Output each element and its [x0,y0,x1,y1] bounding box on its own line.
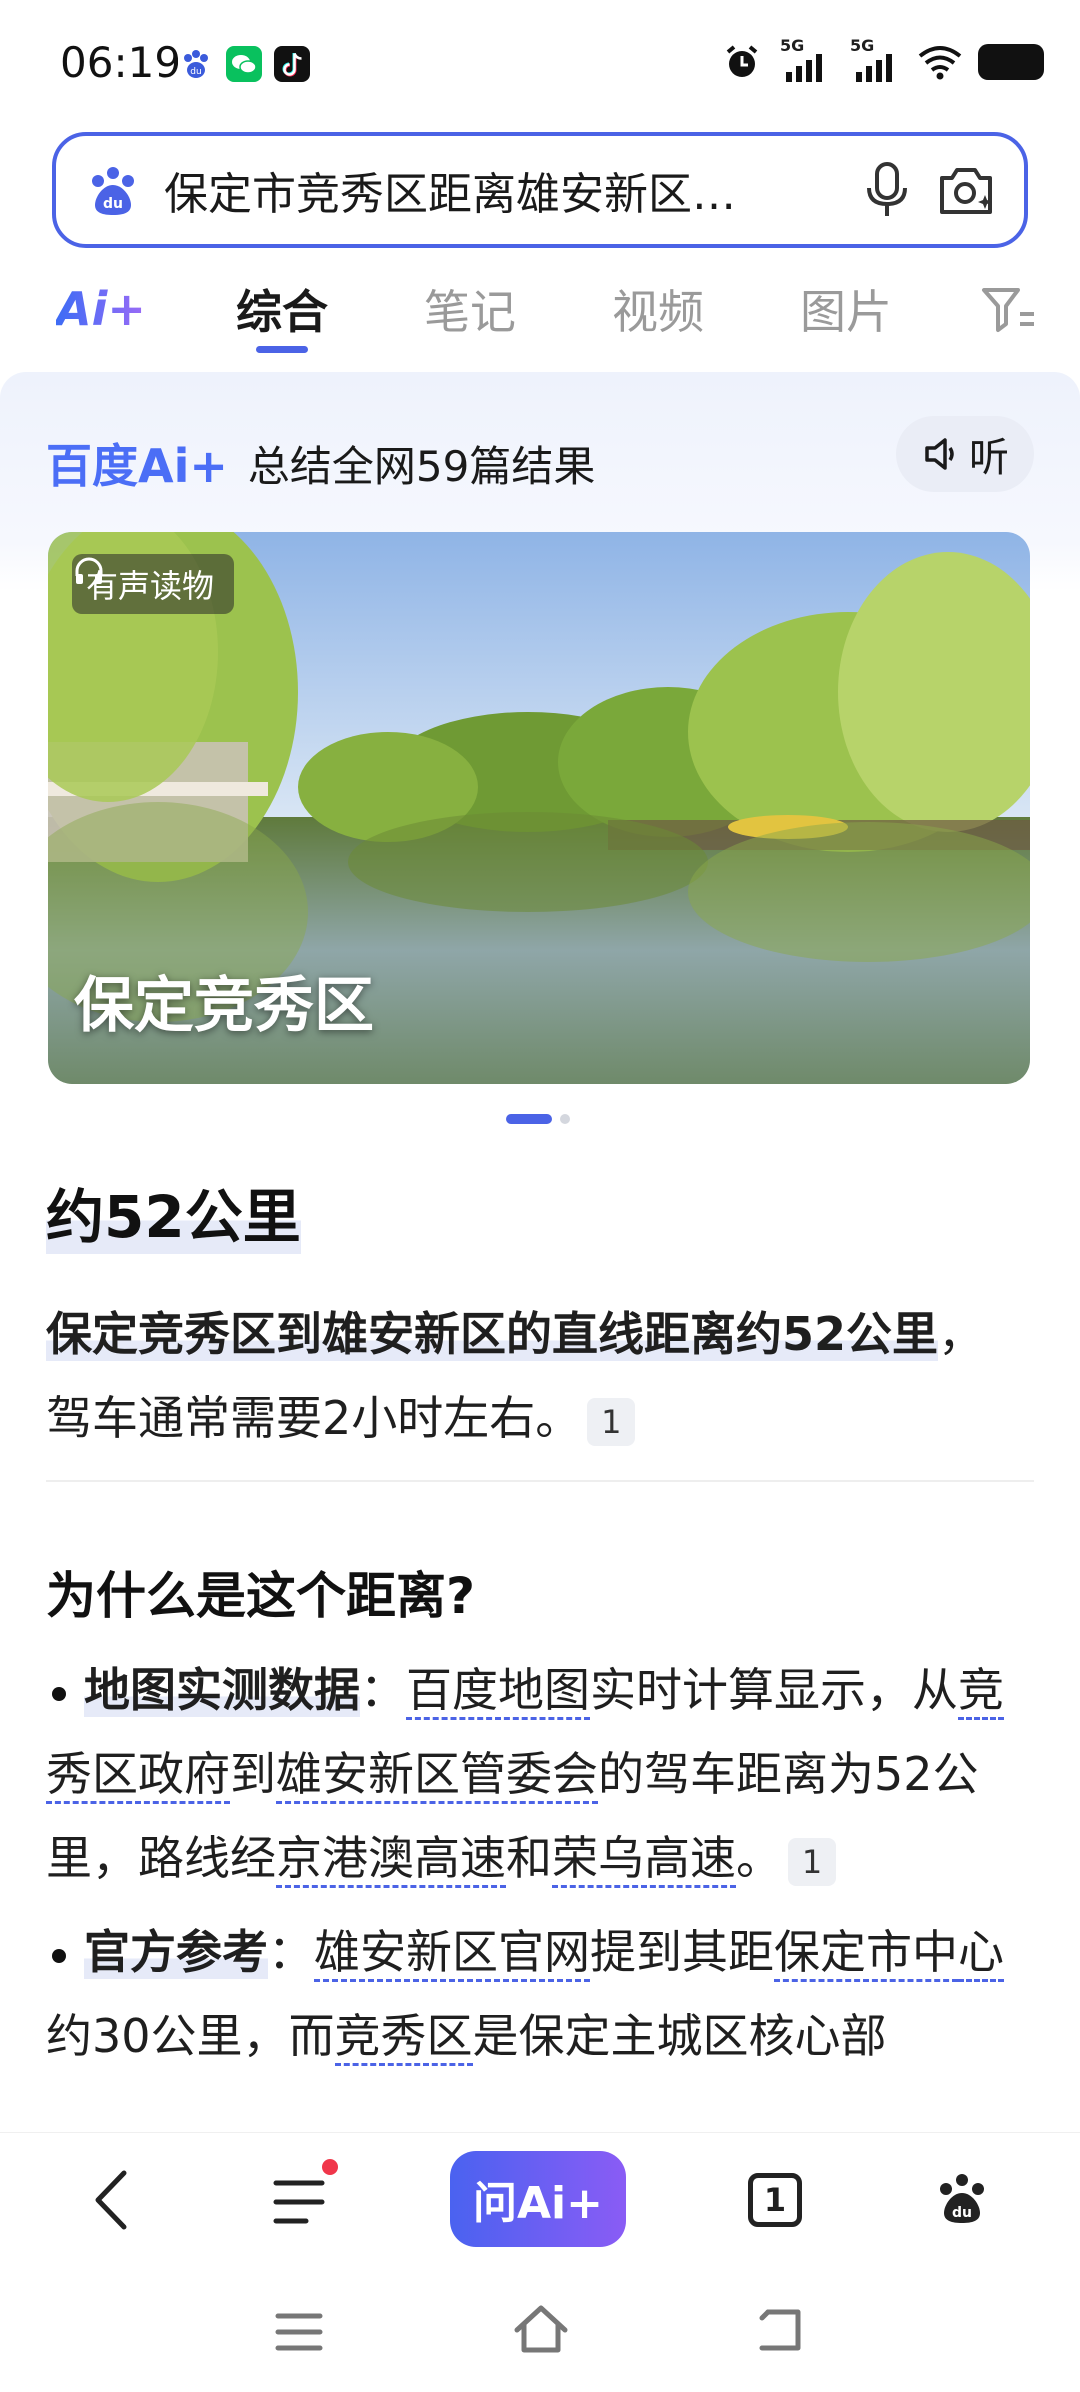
listen-button[interactable]: 听 [896,416,1034,492]
baidu-ai-brand: 百度Ai+ [46,439,228,493]
carousel-dot-active [506,1114,552,1124]
baidu-paw-icon: du [92,167,134,215]
menu-icon[interactable] [272,2177,328,2227]
status-right-group: 5G 5G [722,36,1044,84]
screen: 06:19 du 5G 5G du 保定市竞秀区距离雄安新区… Ai+ 综合 笔… [0,0,1080,2392]
back-nav-icon[interactable] [754,2306,806,2354]
link-baoding-center[interactable]: 保定市中 [774,1925,958,1982]
link-jinggangao-expressway[interactable]: 京港澳高速 [276,1831,506,1888]
wifi-icon [918,46,962,80]
home-icon[interactable] [512,2302,570,2356]
svg-text:du: du [190,67,201,77]
baidu-icon: du [178,46,214,82]
svg-text:du: du [103,196,123,212]
microphone-icon[interactable] [860,160,914,220]
ask-ai-button[interactable]: 问Ai+ [450,2151,626,2247]
recent-apps-icon[interactable] [274,2310,324,2354]
system-nav-bar [0,2270,1080,2392]
alarm-icon [726,45,758,77]
answer-highlight: 保定竞秀区到雄安新区的直线距离约52公里 [46,1307,939,1361]
ai-answer-panel: 百度Ai+ 总结全网59篇结果 听 有声读物 保定竞秀区 约52公里 保定竞秀区… [0,372,1080,2132]
ai-header: 百度Ai+ 总结全网59篇结果 [46,428,595,498]
bullet-dot [52,1948,66,1963]
bullet-label: 官方参考 [84,1925,268,1979]
search-query[interactable]: 保定市竞秀区距离雄安新区… [164,158,834,222]
link-xiongan-committee[interactable]: 雄安新区管委会 [276,1747,598,1804]
image-caption: 保定竞秀区 [74,971,374,1041]
ai-summary-text: 总结全网59篇结果 [247,441,596,491]
svg-text:du: du [952,2205,972,2221]
bullet-map-data: 地图实测数据：百度地图实时计算显示，从竞秀区政府到雄安新区管委会的驾车距离为52… [46,1648,1036,1900]
signal-5g-2: 5G [846,36,902,84]
link-jingxiu-district[interactable]: 竞秀区 [334,2009,473,2066]
status-time: 06:19 [60,38,182,87]
hero-image-card[interactable]: 有声读物 保定竞秀区 [48,532,1030,1084]
signal-5g-1: 5G [776,36,832,84]
citation-ref[interactable]: 1 [587,1397,636,1446]
answer-title: 约52公里 [46,1170,301,1254]
tab-notes[interactable]: 笔记 [424,276,516,342]
link-rongwu-expressway[interactable]: 荣乌高速 [552,1831,736,1888]
bullet-official-reference: 官方参考：雄安新区官网提到其距保定市中心约30公里，而竞秀区是保定主城区核心部 [46,1910,1036,2078]
battery-icon [978,44,1044,80]
citation-ref[interactable]: 1 [788,1837,836,1886]
carousel-indicator [506,1114,570,1124]
carousel-dot [560,1114,570,1124]
baidu-home-icon[interactable]: du [932,2169,992,2229]
section-heading: 为什么是这个距离? [46,1567,476,1625]
tab-comprehensive[interactable]: 综合 [236,276,328,342]
tab-ai[interactable]: Ai+ [56,282,146,336]
tab-videos[interactable]: 视频 [612,276,704,342]
answer-paragraph: 保定竞秀区到雄安新区的直线距离约52公里， 驾车通常需要2小时左右。 1 [46,1307,985,1446]
tabs-count-button[interactable]: 1 [748,2173,802,2227]
bullet-label: 地图实测数据 [84,1663,360,1717]
speaker-icon [925,438,954,470]
divider [46,1480,1034,1482]
camera-search-icon[interactable] [936,162,996,218]
active-tab-indicator [256,346,308,353]
tab-images[interactable]: 图片 [800,276,892,342]
bullet-dot [52,1686,66,1701]
tab-bar: Ai+ 综合 笔记 视频 图片 [0,262,1080,362]
filter-icon[interactable] [980,284,1036,336]
link-xiongan-website[interactable]: 雄安新区官网 [314,1925,590,1982]
bottom-toolbar: 问Ai+ 1 du [0,2132,1080,2270]
status-bar: 06:19 du 5G 5G [0,0,1080,120]
search-box[interactable]: du 保定市竞秀区距离雄安新区… [52,132,1028,248]
douyin-icon [274,46,310,82]
wechat-icon [226,46,262,82]
headphones-icon [75,557,103,584]
back-icon[interactable] [90,2167,134,2233]
audiobook-badge[interactable]: 有声读物 [72,554,235,614]
notification-dot [322,2159,338,2175]
link-baidu-map[interactable]: 百度地图 [406,1663,590,1720]
